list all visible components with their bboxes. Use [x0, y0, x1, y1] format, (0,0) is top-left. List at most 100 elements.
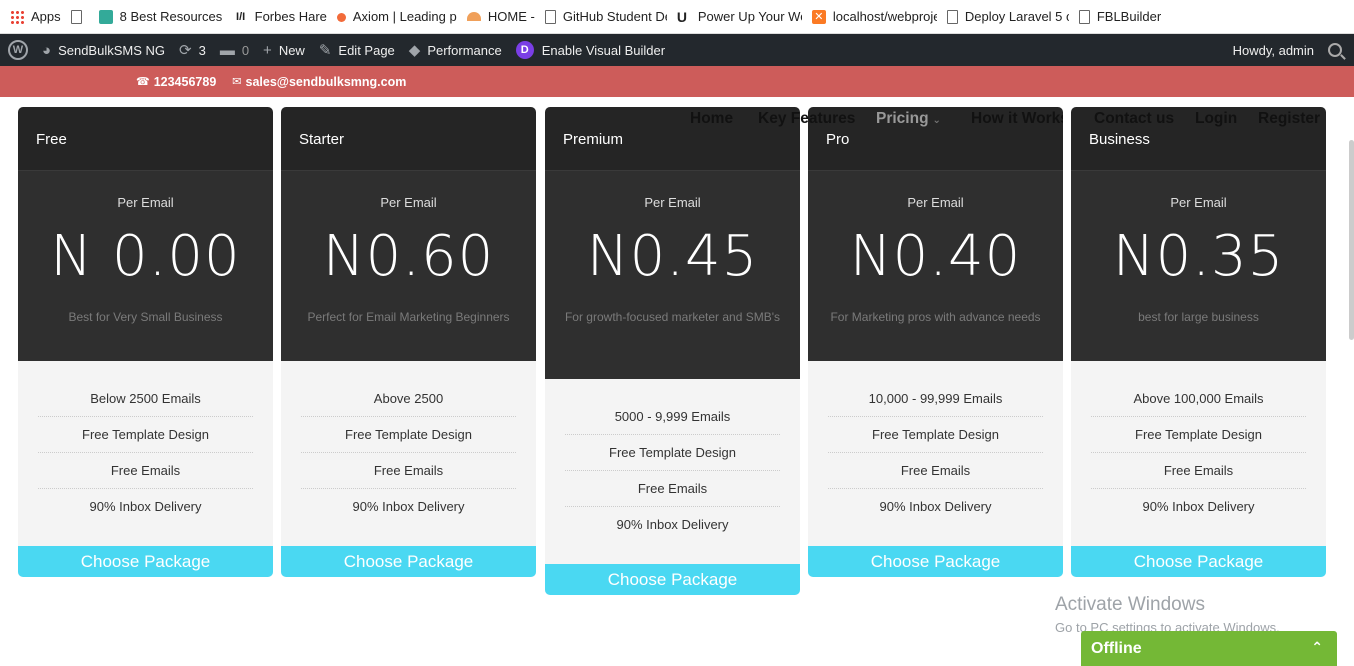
chevron-down-icon: ⌄ [932, 115, 941, 126]
bookmark-github[interactable]: GitHub Student Dev [544, 9, 667, 24]
bridge-icon [466, 12, 481, 21]
performance-link[interactable]: ◆ Performance [409, 34, 502, 66]
page-scrollbar[interactable] [1349, 140, 1354, 340]
choose-package-button[interactable]: Choose Package [281, 546, 536, 577]
search-icon[interactable] [1328, 43, 1342, 57]
plan-name: Starter [281, 107, 536, 171]
feature-item: Free Emails [301, 453, 516, 489]
plan-price: N0.45 [586, 224, 759, 289]
edit-page-link[interactable]: ✎ Edit Page [319, 34, 395, 66]
pricing-card-business: Business Per Email N0.35 best for large … [1071, 107, 1326, 577]
feature-item: Free Emails [828, 453, 1043, 489]
plan-description: best for large business [1138, 310, 1259, 324]
feature-item: 90% Inbox Delivery [1142, 499, 1255, 514]
nav-login[interactable]: Login [1195, 110, 1237, 128]
plan-price: N0.60 [322, 224, 495, 289]
refresh-icon: ⟳ [179, 42, 192, 59]
new-content-link[interactable]: + New [263, 34, 305, 66]
watermark-title: Activate Windows [1055, 594, 1205, 615]
bookmark-localhost[interactable]: ✕ localhost/webprojec [811, 9, 937, 24]
feature-list: Above 2500 Free Template Design Free Ema… [281, 361, 536, 535]
visual-builder-link[interactable]: D Enable Visual Builder [515, 34, 665, 66]
price-area: Per Email N0.40 For Marketing pros with … [808, 171, 1063, 361]
plan-description: For growth-focused marketer and SMB's [564, 310, 781, 324]
email-info[interactable]: ✉ sales@sendbulksmng.com [232, 75, 406, 89]
choose-package-button[interactable]: Choose Package [1071, 546, 1326, 577]
choose-package-button[interactable]: Choose Package [808, 546, 1063, 577]
price-area: Per Email N0.35 best for large business [1071, 171, 1326, 361]
bookmark-powerup[interactable]: UPower Up Your Word [677, 9, 802, 24]
pricing-card-pro: Pro Per Email N0.40 For Marketing pros w… [808, 107, 1063, 577]
nav-how-it-works[interactable]: How it Works [971, 110, 1063, 128]
site-top-bar: ☎ 123456789 ✉ sales@sendbulksmng.com [0, 66, 1354, 97]
bookmark-resources[interactable]: 8 Best Resources to l [98, 9, 224, 24]
site-name-link[interactable]: ◕ SendBulkSMS NG [42, 34, 165, 66]
nav-home[interactable]: Home [690, 110, 733, 128]
feature-item: Free Template Design [565, 435, 780, 471]
bookmark-laravel[interactable]: Deploy Laravel 5 on [946, 9, 1069, 24]
chat-status: Offline [1091, 640, 1142, 657]
plan-description: Best for Very Small Business [68, 310, 223, 324]
bookmark-apps[interactable]: Apps [10, 9, 61, 24]
feature-item: 5000 - 9,999 Emails [565, 399, 780, 435]
howdy-account-link[interactable]: Howdy, admin [1233, 43, 1314, 58]
pricing-card-starter: Starter Per Email N0.60 Perfect for Emai… [281, 107, 536, 577]
feature-item: Below 2500 Emails [38, 381, 253, 417]
feature-item: 90% Inbox Delivery [616, 517, 729, 532]
wp-admin-bar: W ◕ SendBulkSMS NG ⟳ 3 ▬ 0 + New ✎ Edit Page … [0, 34, 1354, 66]
nav-register[interactable]: Register [1258, 110, 1320, 128]
forbes-icon: I/I [236, 10, 246, 23]
price-unit: Per Email [380, 195, 437, 210]
plus-icon: + [263, 41, 272, 59]
feature-list: 5000 - 9,999 Emails Free Template Design… [545, 379, 800, 553]
u-icon: U [676, 8, 687, 25]
pencil-icon: ✎ [318, 42, 332, 59]
price-unit: Per Email [907, 195, 964, 210]
feature-list: 10,000 - 99,999 Emails Free Template Des… [808, 361, 1063, 535]
price-unit: Per Email [644, 195, 701, 210]
page-icon [946, 9, 958, 24]
page-icon [70, 9, 82, 24]
feature-item: 90% Inbox Delivery [879, 499, 992, 514]
plan-name: Free [18, 107, 273, 171]
divi-icon: D [515, 41, 534, 59]
plan-description: Perfect for Email Marketing Beginners [307, 310, 510, 324]
xampp-icon: ✕ [811, 9, 826, 24]
price-area: Per Email N 0.00 Best for Very Small Bus… [18, 171, 273, 361]
wordpress-logo-icon[interactable]: W [8, 40, 28, 60]
nav-key-features[interactable]: Key Features [758, 110, 855, 128]
axiom-icon [336, 13, 346, 22]
feature-item: 90% Inbox Delivery [89, 499, 202, 514]
bookmark-fblbuilder[interactable]: FBLBuilder [1078, 9, 1161, 24]
feature-item: Free Template Design [301, 417, 516, 453]
plan-price: N0.35 [1112, 224, 1285, 289]
chevron-up-icon: ⌃ [1311, 639, 1323, 655]
feature-item: Free Template Design [828, 417, 1043, 453]
feature-item: Free Template Design [1091, 417, 1306, 453]
choose-package-button[interactable]: Choose Package [18, 546, 273, 577]
chat-widget[interactable]: Offline ⌃ [1081, 631, 1337, 666]
updates-link[interactable]: ⟳ 3 [179, 34, 206, 66]
feature-item: 90% Inbox Delivery [352, 499, 465, 514]
feature-item: 10,000 - 99,999 Emails [828, 381, 1043, 417]
choose-package-button[interactable]: Choose Package [545, 564, 800, 595]
page-icon [1078, 9, 1090, 24]
bookmarks-bar: Apps 8 Best Resources to l I/IForbes Har… [0, 0, 1354, 34]
nav-contact[interactable]: Contact us [1094, 110, 1174, 128]
plan-price: N0.40 [849, 224, 1022, 289]
feature-list: Above 100,000 Emails Free Template Desig… [1071, 361, 1326, 535]
comment-icon: ▬ [219, 41, 235, 59]
price-unit: Per Email [117, 195, 174, 210]
feature-item: Free Template Design [38, 417, 253, 453]
activate-windows-watermark: Activate Windows Go to PC settings to ac… [1055, 594, 1280, 635]
nav-pricing[interactable]: Pricing ⌄ [876, 110, 941, 128]
comments-link[interactable]: ▬ 0 [220, 34, 249, 66]
pricing-card-free: Free Per Email N 0.00 Best for Very Smal… [18, 107, 273, 577]
bookmark-home[interactable]: HOME - [466, 9, 535, 24]
feature-item: Above 100,000 Emails [1091, 381, 1306, 417]
bookmark-page[interactable] [70, 9, 89, 24]
price-area: Per Email N0.45 For growth-focused marke… [545, 171, 800, 379]
apps-grid-icon [10, 9, 24, 24]
bookmark-axiom[interactable]: Axiom | Leading pro [336, 9, 457, 24]
bookmark-forbes[interactable]: I/I Forbes Hare [234, 9, 327, 24]
